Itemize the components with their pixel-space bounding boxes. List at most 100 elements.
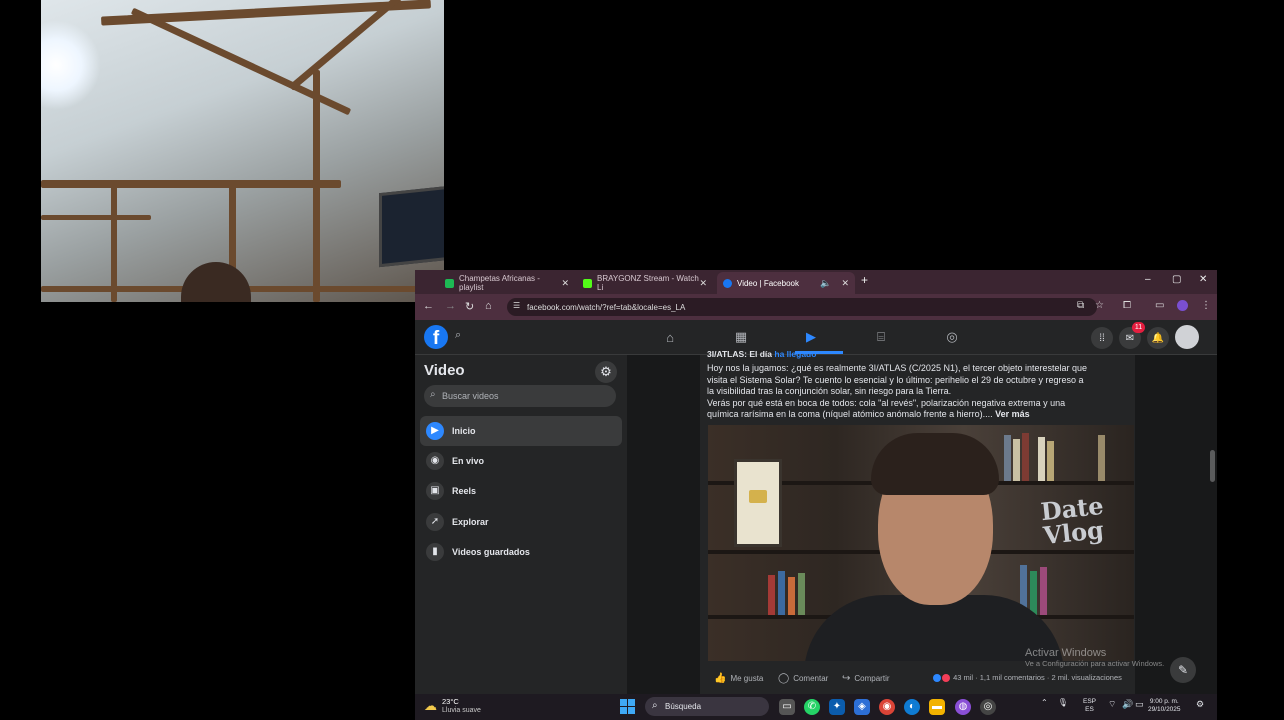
sidebar-item-en-vivo[interactable]: ◉ En vivo — [420, 446, 622, 476]
sidebar-icon[interactable]: ▭ — [1155, 300, 1164, 311]
site-info-icon[interactable]: ☰ — [513, 301, 520, 310]
taskbar-search[interactable]: ⌕ Búsqueda — [645, 697, 769, 716]
feeds-icon[interactable]: ▦ — [732, 328, 750, 346]
weather-widget[interactable]: ☁ 23°C Lluvia suave — [424, 697, 481, 715]
notification-center-icon[interactable]: ⚙ — [1196, 699, 1204, 710]
notifications-icon[interactable]: 🔔 — [1147, 327, 1169, 349]
back-icon[interactable]: ← — [423, 300, 434, 312]
profile-icon[interactable] — [1177, 300, 1188, 311]
microphone-icon[interactable]: 🎙 — [1058, 698, 1068, 707]
tab-champetas[interactable]: Champetas Africanas - playlist ✕ — [439, 272, 575, 294]
wall-beam — [41, 180, 341, 188]
share-icon: ↪ — [842, 673, 851, 684]
chrome-icon[interactable]: ◉ — [879, 699, 895, 715]
bookmark-star-icon[interactable]: ☆ — [1095, 300, 1104, 311]
love-reaction-icon — [942, 674, 950, 683]
language-indicator[interactable]: ESP ES — [1083, 698, 1096, 714]
book — [1047, 441, 1054, 481]
sidebar-item-inicio[interactable]: ▶ Inicio — [420, 416, 622, 446]
like-reaction-icon — [933, 674, 941, 683]
speaker-icon[interactable]: 🔈 — [820, 278, 831, 289]
minimize-button[interactable]: – — [1145, 274, 1151, 285]
post-text-line: Hoy nos la jugamos: ¿qué es realmente 3I… — [707, 363, 1088, 373]
messenger-badge: 11 — [1132, 322, 1145, 333]
video-post: 3I/ATLAS: El día ha llegado Hoy nos la j… — [700, 349, 1135, 694]
book — [788, 577, 795, 615]
reload-icon[interactable]: ↻ — [465, 300, 474, 313]
menu-icon[interactable]: ⋮ — [1201, 300, 1211, 311]
post-text-line: Verás por qué está en boca de todos: col… — [707, 397, 1066, 408]
wifi-icon[interactable]: ⌔ — [1108, 699, 1116, 710]
extensions-icon[interactable]: ⧠ — [1123, 300, 1131, 311]
windows-taskbar: ☁ 23°C Lluvia suave ⌕ Búsqueda ▭ ✆ ✦ ◈ ◉… — [415, 694, 1217, 720]
sidebar-item-videos-guardados[interactable]: ▮ Videos guardados — [420, 537, 622, 567]
like-button[interactable]: 👍 Me gusta — [714, 673, 763, 684]
background-monitor — [379, 182, 444, 268]
post-stats[interactable]: 43 mil · 1,1 mil comentarios · 2 mil. vi… — [933, 673, 1122, 683]
home-icon[interactable]: ⌂ — [485, 300, 492, 312]
see-more-link[interactable]: Ver más — [995, 409, 1030, 419]
book — [1040, 567, 1047, 615]
copilot-icon[interactable]: ✦ — [829, 699, 845, 715]
scrollbar[interactable] — [1210, 450, 1215, 482]
close-window-button[interactable]: ✕ — [1199, 274, 1207, 285]
edge-icon[interactable]: ◐ — [904, 699, 920, 715]
gaming-icon[interactable]: ◎ — [943, 328, 961, 346]
whatsapp-icon[interactable]: ✆ — [804, 699, 820, 715]
start-button[interactable] — [620, 699, 635, 714]
clock[interactable]: 9:00 p. m. 29/10/2025 — [1148, 698, 1181, 714]
search-videos-input[interactable]: ⌕ Buscar videos — [424, 385, 616, 407]
live-camera-icon: ◉ — [426, 452, 444, 470]
search-icon[interactable]: ⌕ — [455, 329, 461, 342]
chevron-up-icon[interactable]: ⌃ — [1041, 698, 1048, 707]
person-head — [181, 262, 251, 302]
install-icon[interactable]: ⧉ — [1077, 300, 1084, 311]
kick-icon — [583, 278, 592, 288]
maximize-button[interactable]: ▢ — [1172, 274, 1181, 285]
close-tab-icon[interactable]: ✕ — [699, 278, 707, 289]
url-field[interactable]: ☰ facebook.com/watch/?ref=tab&locale=es_… — [507, 298, 1097, 316]
store-icon[interactable]: ◈ — [854, 699, 870, 715]
close-tab-icon[interactable]: ✕ — [561, 278, 569, 289]
post-text-line: la visibilidad tras la conjunción solar,… — [707, 386, 952, 396]
system-tray: ⌃ 🎙 — [1041, 698, 1068, 707]
book — [1022, 433, 1029, 481]
post-text-line: visita el Sistema Solar? Te cuento lo es… — [707, 374, 1084, 385]
gear-icon[interactable]: ⚙ — [595, 361, 617, 383]
home-icon[interactable]: ⌂ — [661, 328, 679, 346]
tab-facebook-video[interactable]: Video | Facebook 🔈 ✕ — [717, 272, 855, 294]
avatar[interactable] — [1175, 325, 1199, 349]
facebook-logo[interactable]: f — [424, 325, 448, 349]
sidebar-item-explorar[interactable]: ➚ Explorar — [420, 507, 622, 537]
menu-grid-icon[interactable]: ⁞⁞ — [1091, 327, 1113, 349]
close-tab-icon[interactable]: ✕ — [841, 278, 849, 289]
video-icon[interactable]: ▶ — [802, 328, 820, 346]
battery-icon[interactable]: ▭ — [1135, 699, 1144, 710]
share-button[interactable]: ↪ Compartir — [842, 673, 890, 684]
forward-icon[interactable]: → — [445, 300, 456, 312]
thumbs-up-icon: 👍 — [714, 673, 727, 684]
presenter-hair — [871, 433, 999, 495]
spotify-icon — [445, 278, 454, 288]
book — [1013, 439, 1020, 481]
obs-icon[interactable]: ◎ — [980, 699, 996, 715]
tab-bar: Champetas Africanas - playlist ✕ BRAYGON… — [415, 270, 1217, 294]
video-player[interactable]: Date Vlog — [708, 425, 1134, 661]
light-flare — [41, 20, 101, 110]
browser-app-icon[interactable]: ◍ — [955, 699, 971, 715]
sidebar-item-reels[interactable]: ▣ Reels — [420, 476, 622, 506]
marketplace-icon[interactable]: ⌸ — [872, 328, 890, 346]
tab-braygonz[interactable]: BRAYGONZ Stream - Watch Li ✕ — [577, 272, 713, 294]
comment-button[interactable]: ◯ Comentar — [778, 673, 828, 684]
new-tab-button[interactable]: + — [861, 273, 868, 287]
book — [1038, 437, 1045, 481]
facebook-icon — [723, 278, 732, 288]
windows-activation-watermark: Activar Windows Ve a Configuración para … — [1025, 647, 1165, 668]
browser-window: Champetas Africanas - playlist ✕ BRAYGON… — [415, 270, 1217, 694]
file-explorer-icon[interactable]: ▬ — [929, 699, 945, 715]
task-view-icon[interactable]: ▭ — [779, 699, 795, 715]
volume-icon[interactable]: 🔊 — [1122, 699, 1133, 710]
book — [1098, 435, 1105, 481]
book — [768, 575, 775, 615]
book — [1004, 435, 1011, 481]
